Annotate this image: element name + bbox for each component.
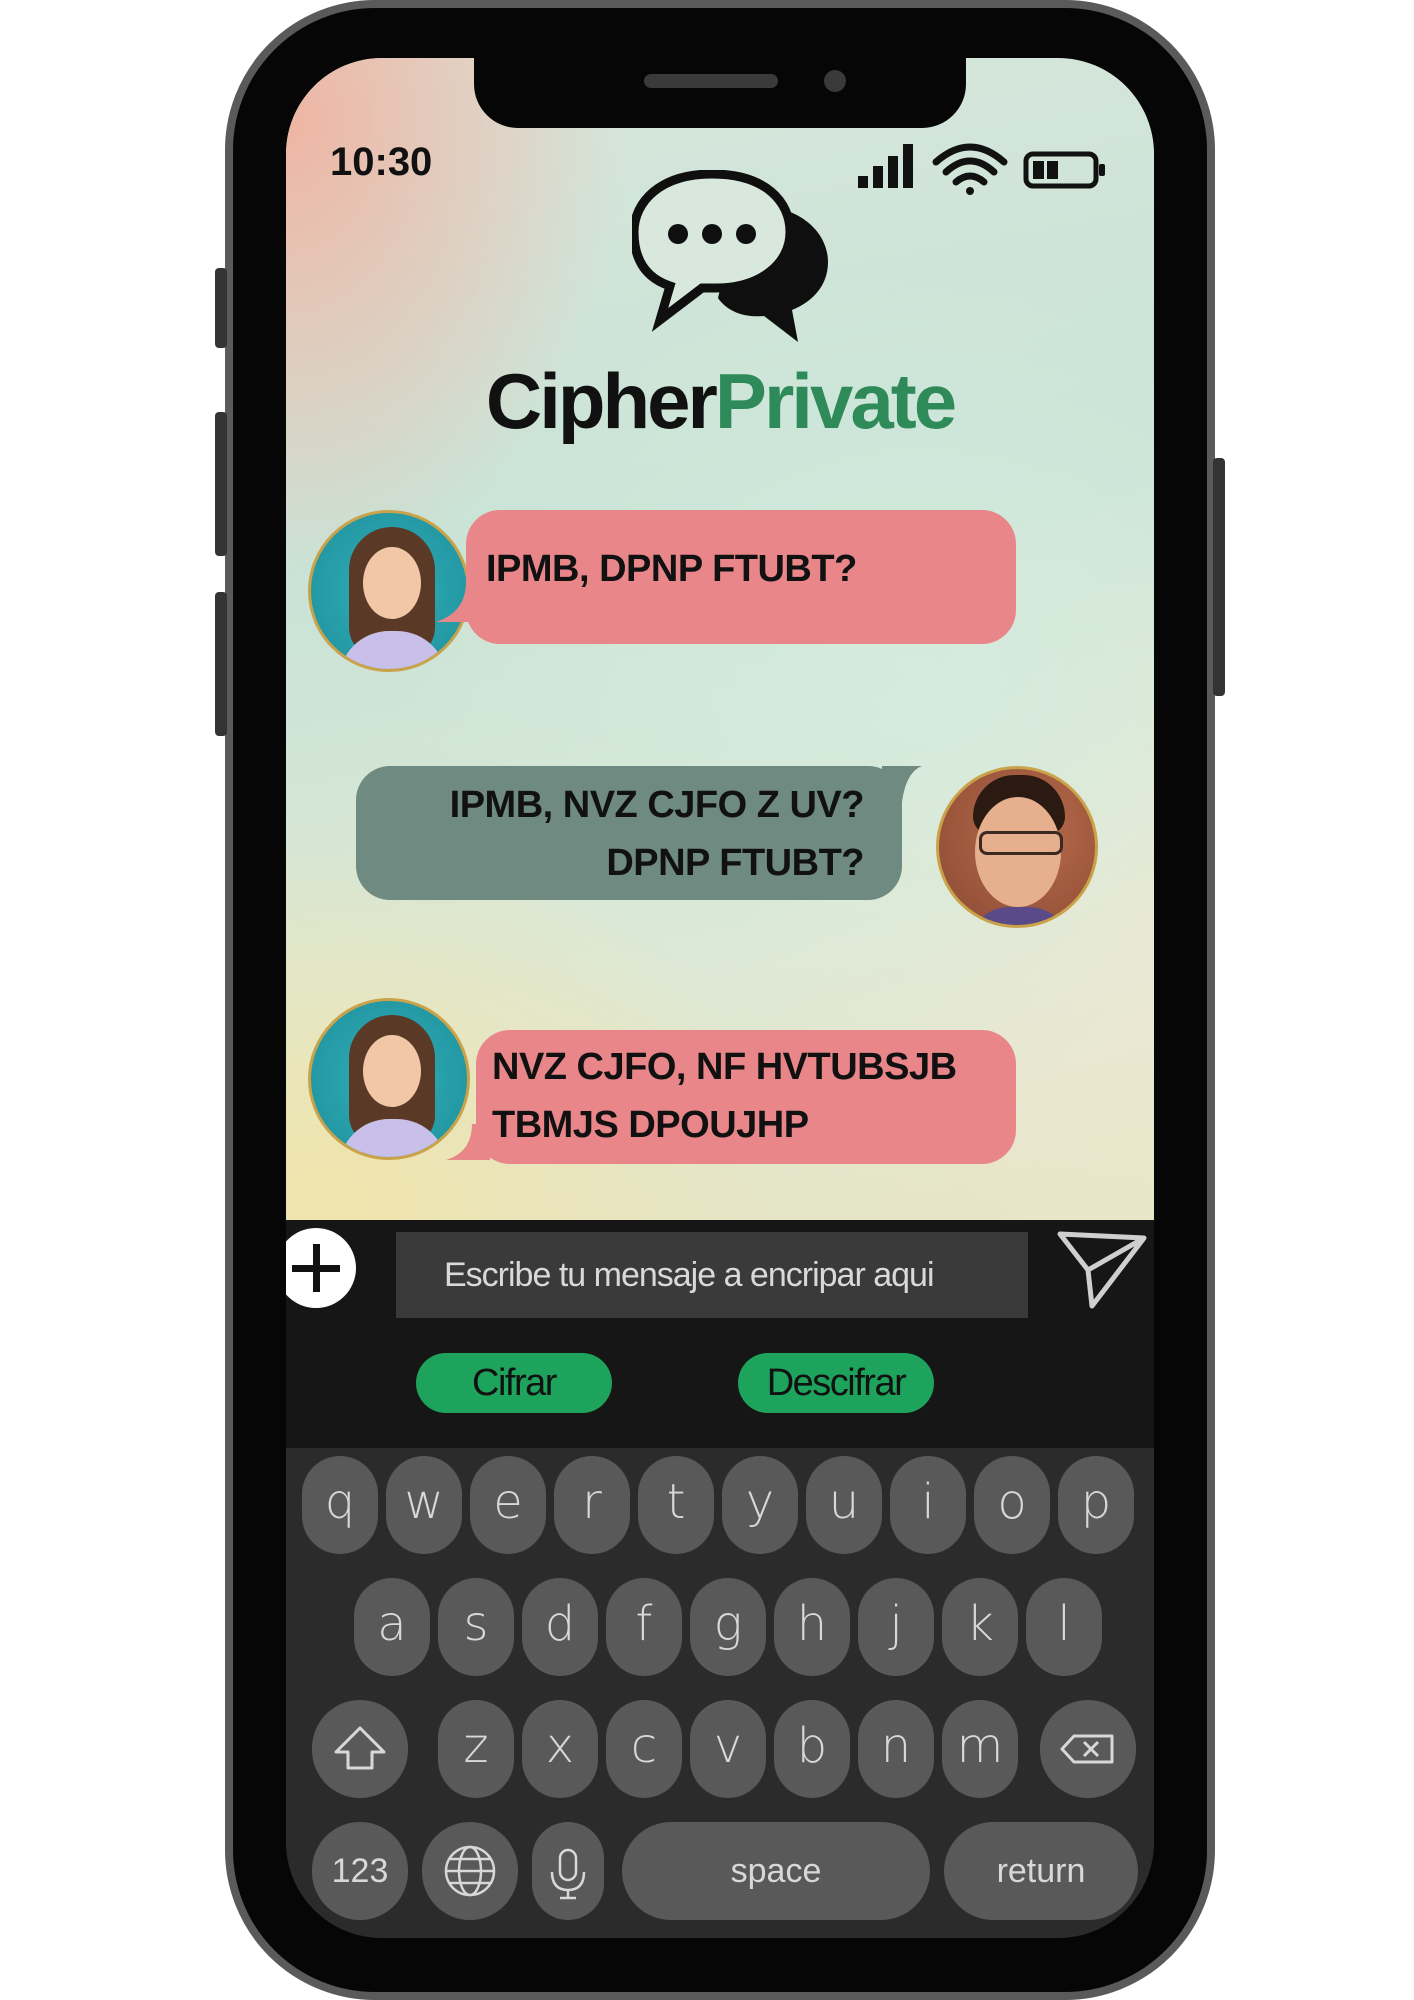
power-button	[1213, 458, 1225, 696]
message-text: IPMB, NVZ CJFO Z UV?	[449, 784, 865, 826]
silent-switch	[215, 268, 227, 348]
key-a[interactable]: a	[354, 1578, 430, 1676]
decrypt-button[interactable]: Descifrar	[738, 1353, 934, 1413]
key-o[interactable]: o	[974, 1456, 1050, 1554]
key-v[interactable]: v	[690, 1700, 766, 1798]
key-t[interactable]: t	[638, 1456, 714, 1554]
message-bubble-1[interactable]: IPMB, DPNP FTUBT?	[466, 510, 1016, 644]
microphone-key[interactable]	[532, 1822, 604, 1920]
key-b[interactable]: b	[774, 1700, 850, 1798]
shift-icon	[334, 1726, 386, 1770]
status-icons	[858, 143, 1105, 195]
notch	[474, 58, 966, 128]
key-i[interactable]: i	[890, 1456, 966, 1554]
key-x[interactable]: x	[522, 1700, 598, 1798]
bubble-tail	[882, 766, 922, 802]
shift-key[interactable]	[312, 1700, 408, 1798]
status-time: 10:30	[330, 140, 433, 184]
chat-bubbles-logo-icon	[632, 170, 828, 342]
attach-button[interactable]	[286, 1228, 356, 1308]
app-title: CipherPrivate	[286, 356, 1154, 447]
message-text: NVZ CJFO, NF HVTUBSJB	[492, 1046, 957, 1088]
key-g[interactable]: g	[690, 1578, 766, 1676]
backspace-icon	[1060, 1734, 1114, 1764]
key-s[interactable]: s	[438, 1578, 514, 1676]
message-text: TBMJS DPOUJHP	[492, 1104, 809, 1146]
key-e[interactable]: e	[470, 1456, 546, 1554]
globe-icon	[444, 1845, 496, 1897]
key-y[interactable]: y	[722, 1456, 798, 1554]
cellular-signal-icon	[858, 144, 913, 188]
app-title-part2: Private	[714, 357, 957, 445]
key-r[interactable]: r	[554, 1456, 630, 1554]
screen: 10:30 CipherPrivate IPMB, DPNP FTUBT? IP…	[286, 58, 1154, 1938]
plus-icon	[292, 1244, 340, 1292]
key-l[interactable]: l	[1026, 1578, 1102, 1676]
key-p[interactable]: p	[1058, 1456, 1134, 1554]
man-shirt	[969, 907, 1069, 925]
numbers-key[interactable]: 123	[312, 1822, 408, 1920]
girl-face	[363, 547, 421, 619]
app-title-part1: Cipher	[485, 357, 718, 445]
girl-face	[363, 1035, 421, 1107]
battery-icon	[1023, 151, 1105, 189]
message-bubble-2[interactable]: IPMB, NVZ CJFO Z UV? DPNP FTUBT?	[356, 766, 902, 900]
wifi-icon	[932, 143, 1008, 195]
front-camera	[824, 70, 846, 92]
message-input[interactable]: Escribe tu mensaje a encripar aqui	[396, 1232, 1028, 1318]
message-bubble-3[interactable]: NVZ CJFO, NF HVTUBSJB TBMJS DPOUJHP	[476, 1030, 1016, 1164]
key-m[interactable]: m	[942, 1700, 1018, 1798]
key-w[interactable]: w	[386, 1456, 462, 1554]
keyboard: q w e r t y u i o p a s d f g h j k l z …	[286, 1448, 1154, 1938]
key-f[interactable]: f	[606, 1578, 682, 1676]
key-j[interactable]: j	[858, 1578, 934, 1676]
globe-key[interactable]	[422, 1822, 518, 1920]
key-c[interactable]: c	[606, 1700, 682, 1798]
space-key[interactable]: space	[622, 1822, 930, 1920]
send-icon[interactable]	[1056, 1230, 1148, 1312]
key-u[interactable]: u	[806, 1456, 882, 1554]
earpiece-speaker	[644, 74, 778, 88]
key-h[interactable]: h	[774, 1578, 850, 1676]
message-text: DPNP FTUBT?	[606, 842, 864, 884]
return-key[interactable]: return	[944, 1822, 1138, 1920]
key-z[interactable]: z	[438, 1700, 514, 1798]
man-glasses	[979, 831, 1063, 855]
key-n[interactable]: n	[858, 1700, 934, 1798]
message-text: IPMB, DPNP FTUBT?	[486, 548, 857, 590]
microphone-icon	[550, 1848, 586, 1900]
delete-key[interactable]	[1040, 1700, 1136, 1798]
volume-up-button	[215, 412, 227, 556]
volume-down-button	[215, 592, 227, 736]
encrypt-button[interactable]: Cifrar	[416, 1353, 612, 1413]
key-q[interactable]: q	[302, 1456, 378, 1554]
key-d[interactable]: d	[522, 1578, 598, 1676]
key-k[interactable]: k	[942, 1578, 1018, 1676]
avatar-man[interactable]	[936, 766, 1098, 928]
